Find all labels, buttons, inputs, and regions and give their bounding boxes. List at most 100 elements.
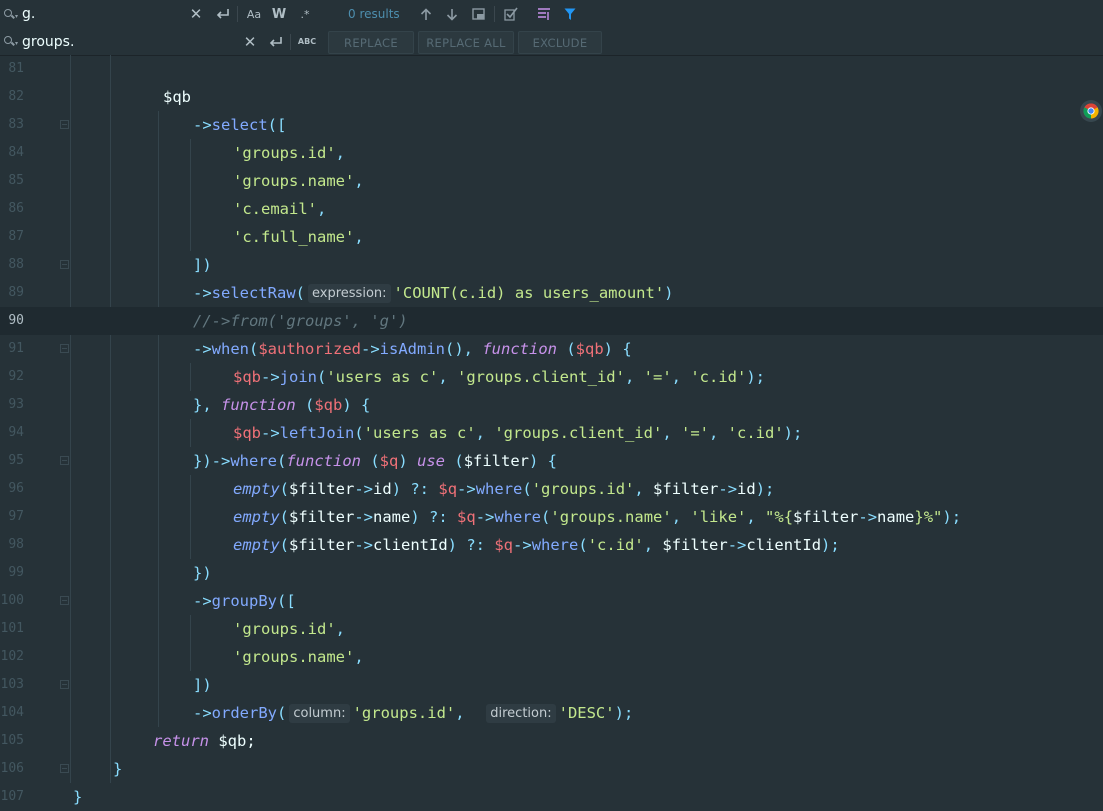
line-number[interactable]: 94 (0, 419, 24, 447)
code-token: ) (398, 452, 418, 470)
code-line[interactable]: 105 return $qb; (0, 727, 1103, 755)
replace-input[interactable]: groups. (22, 28, 222, 55)
code-line[interactable]: 91 ->when($authorized->isAdmin(), functio… (0, 335, 1103, 363)
line-number[interactable]: 104 (0, 699, 24, 727)
line-number[interactable]: 81 (0, 55, 24, 83)
code-line[interactable]: 107} (0, 783, 1103, 811)
line-number[interactable]: 95 (0, 447, 24, 475)
code-line[interactable]: 98 empty($filter->clientId) ?: $q->where(… (0, 531, 1103, 559)
code-token: $filter (793, 508, 859, 526)
filter-icon[interactable] (562, 0, 578, 28)
fold-toggle-icon[interactable] (60, 120, 69, 129)
code-text: 'c.email', (233, 195, 326, 223)
code-line[interactable]: 95})->where(function ($q) use ($filter) … (0, 447, 1103, 475)
line-number[interactable]: 83 (0, 111, 24, 139)
code-line[interactable]: 93}, function ($qb) { (0, 391, 1103, 419)
fold-toggle-icon[interactable] (60, 344, 69, 353)
code-token: name (373, 508, 411, 526)
code-text: 'groups.name', (233, 643, 364, 671)
replace-button[interactable]: REPLACE (328, 31, 414, 54)
line-number[interactable]: 89 (0, 279, 24, 307)
code-line[interactable]: 83 ->select([ (0, 111, 1103, 139)
code-line[interactable]: 89 ->selectRaw(expression: 'COUNT(c.id) as… (0, 279, 1103, 307)
code-line[interactable]: 85 'groups.name', (0, 167, 1103, 195)
code-line[interactable]: 106} (0, 755, 1103, 783)
code-token: $qb (314, 396, 343, 414)
line-number[interactable]: 87 (0, 223, 24, 251)
line-number[interactable]: 85 (0, 167, 24, 195)
code-text: empty($filter->name) ?: $q->where('group… (233, 503, 961, 531)
line-number[interactable]: 86 (0, 195, 24, 223)
code-token: ); (746, 368, 765, 386)
line-number[interactable]: 101 (0, 615, 24, 643)
fold-toggle-icon[interactable] (60, 680, 69, 689)
code-line[interactable]: 96 empty($filter->id) ?: $q->where('group… (0, 475, 1103, 503)
line-number[interactable]: 97 (0, 503, 24, 531)
code-token: ( (279, 536, 290, 554)
replace-all-button[interactable]: REPLACE ALL (418, 31, 514, 54)
line-number[interactable]: 100 (0, 587, 24, 615)
code-editor[interactable]: 81 82 $qb 83 ->select([84'groups.id', 85'grou… (0, 55, 1103, 806)
chrome-browser-icon[interactable] (1080, 100, 1102, 122)
code-line[interactable]: 102 'groups.name', (0, 643, 1103, 671)
line-number[interactable]: 102 (0, 643, 24, 671)
code-token: } (113, 760, 123, 778)
line-number[interactable]: 82 (0, 83, 24, 111)
fold-toggle-icon[interactable] (60, 764, 69, 773)
replace-new-line-icon[interactable] (266, 28, 286, 55)
in-selection-icon[interactable] (502, 0, 520, 28)
line-number[interactable]: 92 (0, 363, 24, 391)
line-number[interactable]: 99 (0, 559, 24, 587)
regex-toggle[interactable]: .* (296, 0, 314, 28)
line-number[interactable]: 107 (0, 783, 24, 811)
code-line[interactable]: 92 $qb->join('users as c', 'groups.client… (0, 363, 1103, 391)
code-token: , (354, 228, 364, 246)
code-line[interactable]: 84 'groups.id', (0, 139, 1103, 167)
line-number[interactable]: 93 (0, 391, 24, 419)
code-line[interactable]: 90 //->from('groups', 'g') (0, 307, 1103, 335)
code-token: where (230, 452, 277, 470)
fold-toggle-icon[interactable] (60, 596, 69, 605)
line-number[interactable]: 96 (0, 475, 24, 503)
code-line[interactable]: 100 ->groupBy([ (0, 587, 1103, 615)
line-number[interactable]: 105 (0, 727, 24, 755)
code-line[interactable]: 86 'c.email', (0, 195, 1103, 223)
line-number[interactable]: 98 (0, 531, 24, 559)
clear-replace-icon[interactable]: ✕ (241, 28, 259, 55)
code-line[interactable]: 103]) (0, 671, 1103, 699)
words-toggle[interactable]: W (270, 0, 288, 28)
line-number[interactable]: 88 (0, 251, 24, 279)
filter-search-results-icon[interactable] (535, 0, 553, 28)
code-line[interactable]: 104 ->orderBy(column:'groups.id', directi… (0, 699, 1103, 727)
line-number[interactable]: 103 (0, 671, 24, 699)
code-line[interactable]: 81 (0, 55, 1103, 83)
next-occurrence-icon[interactable] (444, 0, 460, 28)
fold-toggle-icon[interactable] (60, 260, 69, 269)
code-token: 'c.id' (690, 368, 747, 386)
line-number[interactable]: 90 (0, 307, 24, 335)
select-all-occurrences-icon[interactable] (470, 0, 486, 28)
code-line[interactable]: 99}) (0, 559, 1103, 587)
code-line[interactable]: 101 'groups.id', (0, 615, 1103, 643)
clear-find-icon[interactable]: ✕ (187, 0, 205, 28)
replace-history-icon[interactable]: ▾ (4, 28, 18, 55)
code-token: select (211, 116, 268, 134)
code-line[interactable]: 87 'c.full_name', (0, 223, 1103, 251)
search-history-icon[interactable]: ▾ (4, 0, 18, 28)
code-token: $qb (233, 424, 261, 442)
code-line[interactable]: 88]) (0, 251, 1103, 279)
find-input[interactable]: g. (22, 0, 182, 28)
line-number[interactable]: 106 (0, 755, 24, 783)
code-line[interactable]: 94 $qb->leftJoin('users as c', 'groups.cl… (0, 419, 1103, 447)
exclude-button[interactable]: EXCLUDE (518, 31, 602, 54)
previous-occurrence-icon[interactable] (418, 0, 434, 28)
code-line[interactable]: 82 $qb (0, 83, 1103, 111)
preserve-case-toggle[interactable]: ABC (296, 28, 318, 55)
fold-toggle-icon[interactable] (60, 456, 69, 465)
line-number[interactable]: 91 (0, 335, 24, 363)
code-line[interactable]: 97 empty($filter->name) ?: $q->where('gro… (0, 503, 1103, 531)
match-case-toggle[interactable]: Aa (244, 0, 264, 28)
code-token: groupBy (211, 592, 277, 610)
line-number[interactable]: 84 (0, 139, 24, 167)
new-line-icon[interactable] (213, 0, 233, 28)
